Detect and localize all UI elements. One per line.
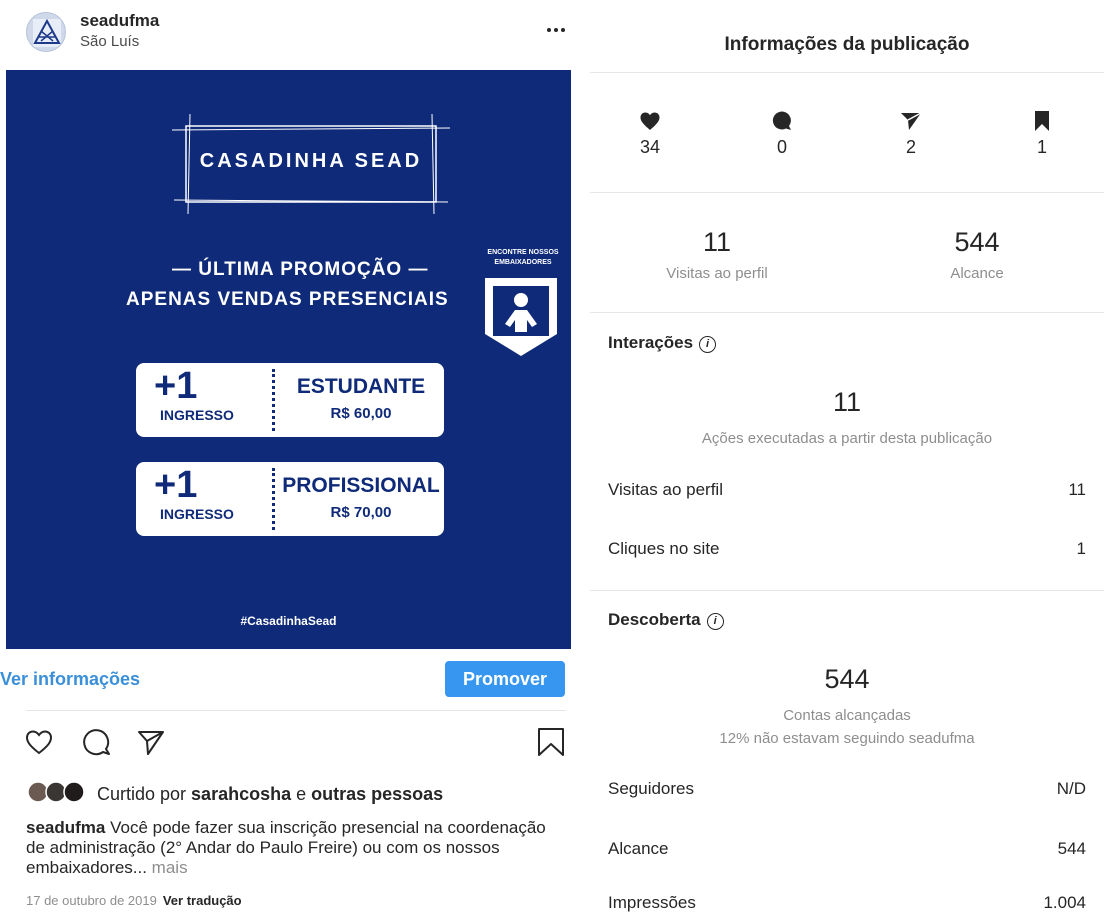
discovery-row-value: 1.004 xyxy=(1043,893,1086,912)
discovery-row-label: Alcance xyxy=(608,839,669,858)
more-icon[interactable] xyxy=(544,24,568,36)
liked-by-prefix: Curtido por xyxy=(97,784,192,804)
divider xyxy=(590,590,1104,591)
heart-icon xyxy=(640,112,660,130)
liked-by-others[interactable]: outras pessoas xyxy=(311,784,443,804)
logo-icon xyxy=(33,18,61,47)
ticket-title: PROFISSIONAL xyxy=(282,474,440,497)
insights-panel: Informações da publicação 34 0 2 1 11 Vi… xyxy=(590,0,1104,914)
view-insights-link[interactable]: Ver informações xyxy=(0,669,140,690)
interaction-row-value: 1 xyxy=(1076,539,1086,558)
interaction-row-label: Visitas ao perfil xyxy=(608,480,723,499)
ticket-ingresso: INGRESSO xyxy=(160,407,234,423)
post-username[interactable]: seadufma xyxy=(80,11,159,31)
interactions-label: Ações executadas a partir desta publicaç… xyxy=(701,430,993,447)
heart-icon[interactable] xyxy=(24,727,54,757)
person-icon xyxy=(485,278,557,356)
likes-count: 34 xyxy=(639,137,661,157)
liked-by-join: e xyxy=(291,784,312,804)
save-icon xyxy=(1035,111,1049,131)
info-icon[interactable]: i xyxy=(706,613,724,630)
ticket-ingresso: INGRESSO xyxy=(160,506,234,522)
discovery-title: Descoberta i xyxy=(608,610,724,630)
comment-icon[interactable] xyxy=(82,727,112,757)
caption-more-link[interactable]: mais xyxy=(147,858,188,877)
discovery-row-label: Seguidores xyxy=(608,779,695,798)
discovery-row-value: 544 xyxy=(1057,839,1086,858)
share-icon xyxy=(901,112,922,130)
translate-link[interactable]: Ver tradução xyxy=(163,893,242,908)
liked-by-text[interactable]: Curtido por sarahcosha e outras pessoas xyxy=(97,784,443,805)
share-icon[interactable] xyxy=(136,727,166,757)
caption-username[interactable]: seadufma xyxy=(26,818,105,837)
badge-caption: ENCONTRE NOSSOS EMBAIXADORES xyxy=(487,249,559,266)
post-header: seadufma São Luís xyxy=(0,0,576,68)
post-panel: seadufma São Luís CASADINHA SEAD — ÚLTIM… xyxy=(0,0,576,914)
discovery-title-text: Descoberta xyxy=(608,610,701,629)
shares-count: 2 xyxy=(905,137,916,157)
discovery-row-label: Impressões xyxy=(608,893,696,912)
reach-label: Alcance xyxy=(950,265,1004,282)
post-location[interactable]: São Luís xyxy=(80,33,139,50)
save-icon[interactable] xyxy=(536,727,566,757)
promote-button[interactable]: Promover xyxy=(445,661,565,697)
ticket-divider xyxy=(272,369,275,431)
ticket-title: ESTUDANTE xyxy=(296,375,426,398)
profile-visits-value: 11 xyxy=(702,227,732,257)
image-title: CASADINHA SEAD xyxy=(199,150,423,172)
discovery-label: Contas alcançadas xyxy=(783,707,911,724)
discovery-value: 544 xyxy=(824,664,870,694)
ticket-plus: +1 xyxy=(154,365,198,407)
interaction-row-label: Cliques no site xyxy=(608,539,720,558)
interactions-value: 11 xyxy=(832,387,862,417)
post-image[interactable]: CASADINHA SEAD — ÚLTIMA PROMOÇÃO — APENA… xyxy=(6,70,571,649)
profile-visits-label: Visitas ao perfil xyxy=(666,265,768,282)
liked-avatars[interactable] xyxy=(27,781,89,803)
ticket-card: +1 INGRESSO PROFISSIONAL R$ 70,00 xyxy=(136,462,444,536)
ticket-divider xyxy=(272,468,275,530)
interactions-title: Interações i xyxy=(608,333,717,353)
comment-icon xyxy=(772,111,791,130)
discovery-sublabel: 12% não estavam seguindo seadufma xyxy=(719,730,975,747)
interaction-row-value: 11 xyxy=(1068,480,1086,499)
saves-count: 1 xyxy=(1036,137,1047,157)
discovery-row-value: N/D xyxy=(1056,779,1086,798)
ticket-price: R$ 60,00 xyxy=(330,405,392,422)
liked-by-user[interactable]: sarahcosha xyxy=(191,784,291,804)
ticket-plus: +1 xyxy=(154,464,198,506)
insights-title: Informações da publicação xyxy=(724,34,970,55)
divider xyxy=(26,710,566,711)
ticket-price: R$ 70,00 xyxy=(330,504,392,521)
post-date: 17 de outubro de 2019 xyxy=(26,893,157,908)
divider xyxy=(590,192,1104,193)
divider xyxy=(590,312,1104,313)
divider xyxy=(590,72,1104,73)
ticket-card: +1 INGRESSO ESTUDANTE R$ 60,00 xyxy=(136,363,444,437)
interactions-title-text: Interações xyxy=(608,333,694,352)
comments-count: 0 xyxy=(776,137,787,157)
reach-value: 544 xyxy=(954,227,1000,257)
avatar[interactable] xyxy=(26,12,66,52)
info-icon[interactable]: i xyxy=(699,336,717,353)
post-caption: seadufma Você pode fazer sua inscrição p… xyxy=(26,818,556,878)
post-date-row: 17 de outubro de 2019 Ver tradução xyxy=(26,893,242,908)
image-hashtag: #CasadinhaSead xyxy=(240,614,337,628)
